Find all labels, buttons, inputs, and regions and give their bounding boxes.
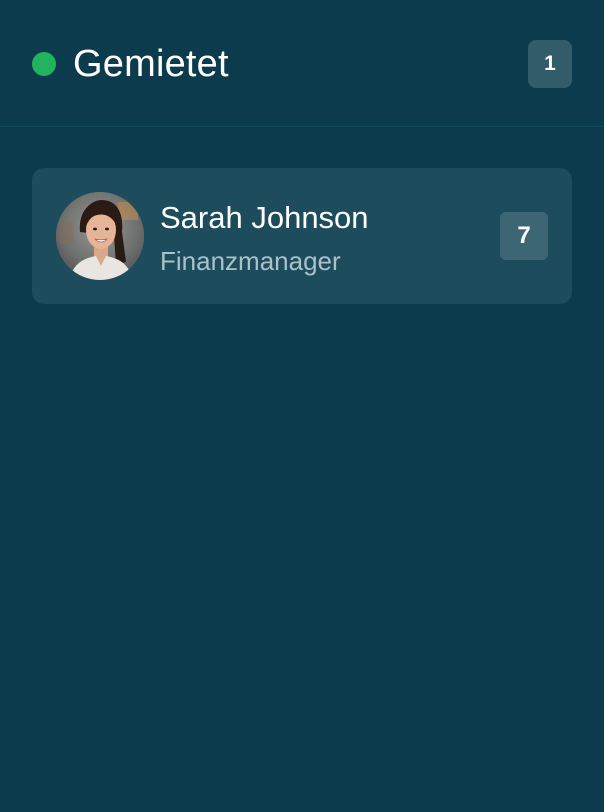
person-card[interactable]: Sarah Johnson Finanzmanager 7 [32, 168, 572, 304]
column-header: Gemietet 1 [0, 0, 604, 127]
column-count-badge: 1 [528, 40, 572, 88]
status-dot-icon [32, 52, 56, 76]
person-photo-icon [56, 192, 144, 280]
avatar [56, 192, 144, 280]
column-title: Gemietet [73, 43, 229, 85]
person-role: Finanzmanager [160, 246, 341, 276]
person-name: Sarah Johnson [160, 200, 369, 235]
status-column-panel: Gemietet 1 Sarah Johnson Finanzmanager 7 [0, 0, 604, 812]
person-count-badge: 7 [500, 212, 548, 260]
